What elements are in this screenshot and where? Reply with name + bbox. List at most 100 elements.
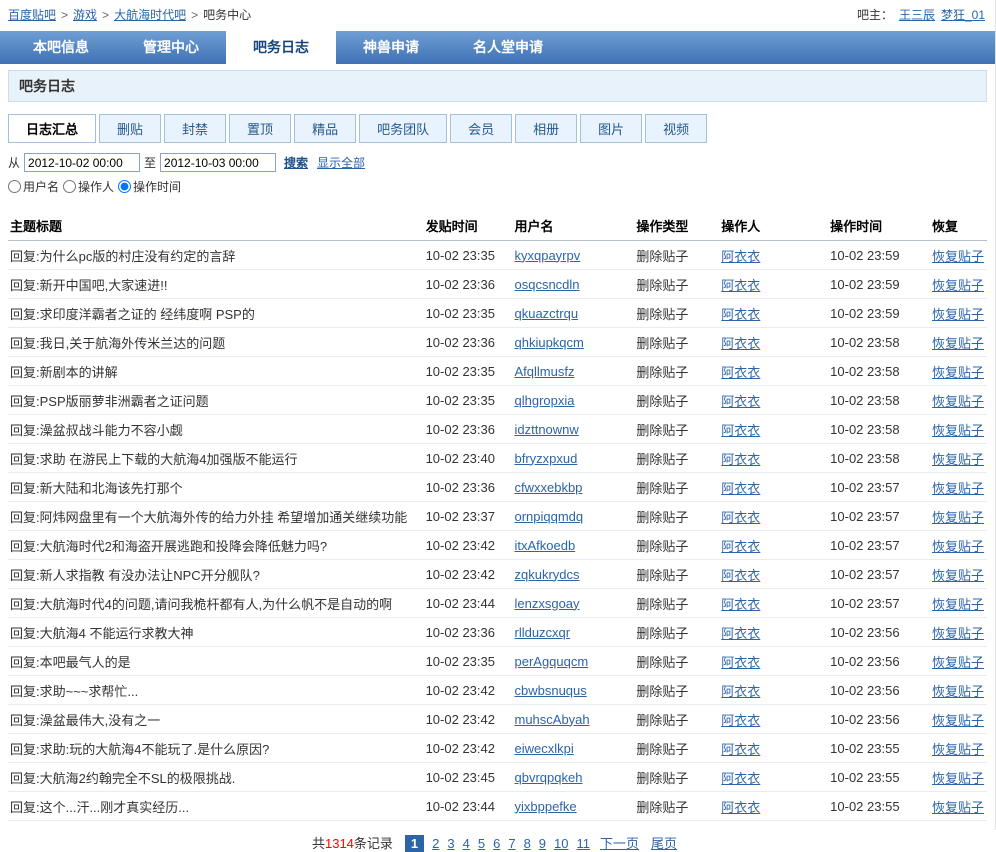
username-link[interactable]: cfwxxebkbp — [514, 480, 636, 495]
operator-link[interactable]: 阿衣衣 — [721, 536, 830, 555]
operator-link[interactable]: 阿衣衣 — [721, 710, 830, 729]
operator-link[interactable]: 阿衣衣 — [721, 333, 830, 352]
page-link-7[interactable]: 7 — [508, 836, 515, 851]
username-link[interactable]: cbwbsnuqus — [514, 683, 636, 698]
breadcrumb-link-bar[interactable]: 大航海时代吧 — [114, 6, 186, 23]
operator-link[interactable]: 阿衣衣 — [721, 623, 830, 642]
page-link-5[interactable]: 5 — [478, 836, 485, 851]
restore-link[interactable]: 恢复贴子 — [932, 594, 987, 613]
log-tab-7[interactable]: 会员 — [450, 114, 513, 143]
operator-link[interactable]: 阿衣衣 — [721, 594, 830, 613]
restore-link[interactable]: 恢复贴子 — [932, 623, 987, 642]
log-tab-10[interactable]: 视频 — [645, 114, 708, 143]
filter-to-input[interactable] — [160, 153, 277, 172]
restore-link[interactable]: 恢复贴子 — [932, 710, 987, 729]
username-link[interactable]: qkuazctrqu — [514, 306, 636, 321]
operator-link[interactable]: 阿衣衣 — [721, 391, 830, 410]
username-link[interactable]: eiwecxlkpi — [514, 741, 636, 756]
restore-link[interactable]: 恢复贴子 — [932, 652, 987, 671]
restore-link[interactable]: 恢复贴子 — [932, 565, 987, 584]
bar-owner-link-2[interactable]: 梦狂_01 — [941, 8, 985, 22]
operator-link[interactable]: 阿衣衣 — [721, 362, 830, 381]
operator-link[interactable]: 阿衣衣 — [721, 420, 830, 439]
username-link[interactable]: lenzxsgoay — [514, 596, 636, 611]
operator-link[interactable]: 阿衣衣 — [721, 768, 830, 787]
username-link[interactable]: qhkiupkqcm — [514, 335, 636, 350]
next-page-link[interactable]: 下一页 — [600, 836, 639, 851]
page-link-2[interactable]: 2 — [432, 836, 439, 851]
page-link-4[interactable]: 4 — [463, 836, 470, 851]
operator-link[interactable]: 阿衣衣 — [721, 507, 830, 526]
page-link-6[interactable]: 6 — [493, 836, 500, 851]
restore-link[interactable]: 恢复贴子 — [932, 246, 987, 265]
operator-link[interactable]: 阿衣衣 — [721, 478, 830, 497]
restore-link[interactable]: 恢复贴子 — [932, 536, 987, 555]
restore-link[interactable]: 恢复贴子 — [932, 768, 987, 787]
username-link[interactable]: perAgquqcm — [514, 654, 636, 669]
restore-link[interactable]: 恢复贴子 — [932, 507, 987, 526]
page-link-9[interactable]: 9 — [539, 836, 546, 851]
operator-link[interactable]: 阿衣衣 — [721, 304, 830, 323]
operator-link[interactable]: 阿衣衣 — [721, 275, 830, 294]
restore-link[interactable]: 恢复贴子 — [932, 362, 987, 381]
username-link[interactable]: muhscAbyah — [514, 712, 636, 727]
restore-link[interactable]: 恢复贴子 — [932, 275, 987, 294]
radio-operator[interactable]: 操作人 — [63, 178, 114, 195]
filter-from-input[interactable] — [24, 153, 141, 172]
log-tab-8[interactable]: 相册 — [515, 114, 578, 143]
log-tab-4[interactable]: 置顶 — [229, 114, 292, 143]
operator-link[interactable]: 阿衣衣 — [721, 681, 830, 700]
username-link[interactable]: ornpiqqmdq — [514, 509, 636, 524]
nav-tab-4[interactable]: 神兽申请 — [336, 31, 446, 64]
username-link[interactable]: kyxqpayrpv — [514, 248, 636, 263]
radio-optime-input[interactable] — [118, 180, 132, 193]
operator-link[interactable]: 阿衣衣 — [721, 797, 830, 816]
radio-operator-input[interactable] — [63, 180, 77, 193]
page-link-10[interactable]: 10 — [554, 836, 568, 851]
restore-link[interactable]: 恢复贴子 — [932, 449, 987, 468]
show-all-link[interactable]: 显示全部 — [317, 154, 365, 171]
radio-username-input[interactable] — [8, 180, 21, 193]
restore-link[interactable]: 恢复贴子 — [932, 739, 987, 758]
page-link-8[interactable]: 8 — [524, 836, 531, 851]
radio-optime[interactable]: 操作时间 — [118, 178, 181, 195]
username-link[interactable]: zqkukrydcs — [514, 567, 636, 582]
restore-link[interactable]: 恢复贴子 — [932, 333, 987, 352]
breadcrumb-link-category[interactable]: 游戏 — [73, 6, 97, 23]
restore-link[interactable]: 恢复贴子 — [932, 797, 987, 816]
log-tab-3[interactable]: 封禁 — [164, 114, 227, 143]
username-link[interactable]: osqcsncdln — [514, 277, 636, 292]
restore-link[interactable]: 恢复贴子 — [932, 304, 987, 323]
username-link[interactable]: rllduzcxqr — [514, 625, 636, 640]
restore-link[interactable]: 恢复贴子 — [932, 420, 987, 439]
last-page-link[interactable]: 尾页 — [651, 836, 677, 851]
operator-link[interactable]: 阿衣衣 — [721, 739, 830, 758]
restore-link[interactable]: 恢复贴子 — [932, 391, 987, 410]
operator-link[interactable]: 阿衣衣 — [721, 652, 830, 671]
page-link-3[interactable]: 3 — [447, 836, 454, 851]
operator-link[interactable]: 阿衣衣 — [721, 449, 830, 468]
username-link[interactable]: Afqllmusfz — [514, 364, 636, 379]
restore-link[interactable]: 恢复贴子 — [932, 681, 987, 700]
nav-tab-5[interactable]: 名人堂申请 — [446, 31, 570, 64]
radio-username[interactable]: 用户名 — [8, 178, 59, 195]
operator-link[interactable]: 阿衣衣 — [721, 565, 830, 584]
nav-tab-2[interactable]: 管理中心 — [116, 31, 226, 64]
nav-tab-3[interactable]: 吧务日志 — [226, 31, 336, 64]
log-tab-9[interactable]: 图片 — [580, 114, 643, 143]
username-link[interactable]: yixbppefke — [514, 799, 636, 814]
page-link-11[interactable]: 11 — [577, 836, 591, 851]
log-tab-2[interactable]: 删贴 — [99, 114, 162, 143]
breadcrumb-link-home[interactable]: 百度贴吧 — [8, 6, 56, 23]
log-tab-5[interactable]: 精品 — [294, 114, 357, 143]
username-link[interactable]: qlhgropxia — [514, 393, 636, 408]
username-link[interactable]: qbvrqpqkeh — [514, 770, 636, 785]
username-link[interactable]: idzttnownw — [514, 422, 636, 437]
nav-tab-1[interactable]: 本吧信息 — [6, 31, 116, 64]
operator-link[interactable]: 阿衣衣 — [721, 246, 830, 265]
username-link[interactable]: bfryzxpxud — [514, 451, 636, 466]
log-tab-6[interactable]: 吧务团队 — [359, 114, 448, 143]
bar-owner-link-1[interactable]: 王三辰 — [899, 8, 935, 22]
log-tab-1[interactable]: 日志汇总 — [8, 114, 97, 143]
restore-link[interactable]: 恢复贴子 — [932, 478, 987, 497]
